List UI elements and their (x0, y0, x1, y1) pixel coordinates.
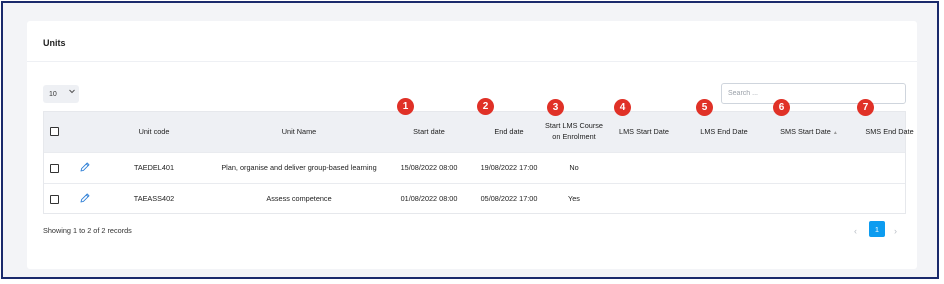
pagination-next-button[interactable]: › (894, 226, 897, 236)
select-all-checkbox[interactable] (50, 127, 59, 136)
col-lms-start-date[interactable]: LMS Start Date (604, 126, 684, 137)
annotation-badge-5: 5 (696, 99, 713, 116)
table-row: TAEASS402 Assess competence 01/08/2022 0… (44, 183, 905, 215)
cell-unit-code: TAEDEL401 (133, 163, 175, 172)
search-input[interactable] (721, 83, 906, 104)
annotation-badge-3: 3 (547, 99, 564, 116)
card-divider (27, 61, 917, 62)
annotation-badge-1: 1 (397, 98, 414, 115)
pencil-icon[interactable] (79, 160, 91, 172)
units-card: Units 10 Unit code Unit Name Start date … (27, 21, 917, 269)
cell-unit-name: Assess competence (266, 194, 332, 203)
card-title: Units (43, 38, 66, 48)
row-checkbox[interactable] (50, 164, 59, 173)
col-sms-start-label: SMS Start Date (780, 127, 831, 136)
pagination-prev-button[interactable]: ‹ (854, 226, 857, 236)
table-header: Unit code Unit Name Start date End date … (44, 112, 914, 152)
col-unit-name[interactable]: Unit Name (204, 126, 394, 137)
annotation-badge-4: 4 (614, 99, 631, 116)
table-row: TAEDEL401 Plan, organise and deliver gro… (44, 152, 905, 184)
page-size-select[interactable]: 10 (43, 85, 79, 103)
col-unit-code[interactable]: Unit code (114, 126, 194, 137)
cell-start-date: 01/08/2022 08:00 (400, 194, 458, 203)
chevron-down-icon (68, 87, 76, 97)
col-lms-end-date[interactable]: LMS End Date (684, 126, 764, 137)
page-size-value: 10 (49, 90, 57, 98)
sort-ascending-icon: ▲ (832, 130, 838, 136)
cell-start-lms: Yes (568, 194, 580, 203)
screenshot-frame: Units 10 Unit code Unit Name Start date … (1, 1, 939, 279)
cell-start-date: 15/08/2022 08:00 (400, 163, 458, 172)
cell-unit-code: TAEASS402 (133, 194, 175, 203)
cell-start-lms: No (569, 163, 579, 172)
units-table: Unit code Unit Name Start date End date … (43, 111, 914, 215)
col-start-date[interactable]: Start date (389, 126, 469, 137)
pagination-page-1[interactable]: 1 (869, 221, 885, 237)
cell-unit-name: Plan, organise and deliver group-based l… (221, 163, 377, 172)
records-summary: Showing 1 to 2 of 2 records (43, 226, 132, 235)
row-checkbox[interactable] (50, 195, 59, 204)
annotation-badge-2: 2 (477, 98, 494, 115)
annotation-badge-7: 7 (857, 99, 874, 116)
col-sms-start-date[interactable]: SMS Start Date ▲ (764, 126, 854, 139)
pencil-icon[interactable] (79, 191, 91, 203)
col-sms-end-date[interactable]: SMS End Date (847, 126, 932, 137)
annotation-badge-6: 6 (773, 99, 790, 116)
